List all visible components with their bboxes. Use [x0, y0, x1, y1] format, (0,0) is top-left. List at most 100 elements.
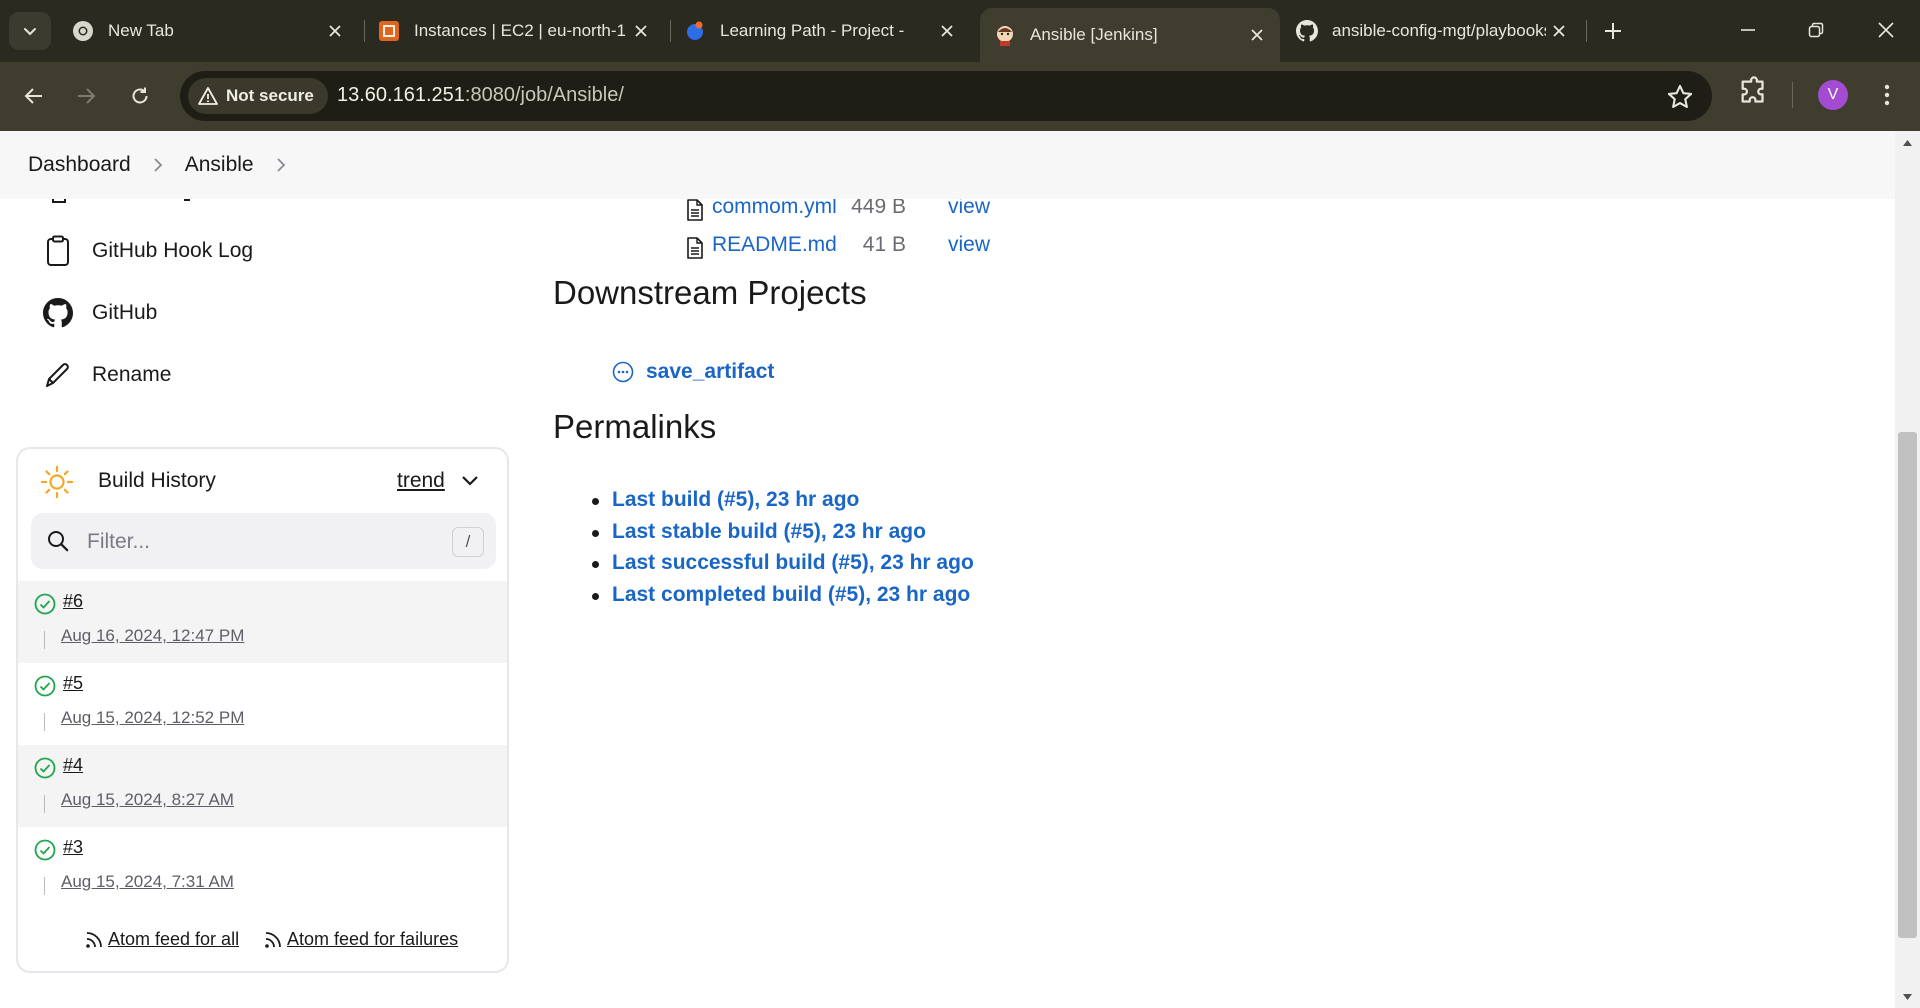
site-security-chip[interactable]: Not secure — [188, 78, 328, 114]
atom-feed-all-label: Atom feed for all — [108, 929, 240, 949]
chevron-down-icon[interactable] — [460, 471, 480, 491]
restore-icon — [1808, 22, 1824, 38]
url-path: :8080/job/Ansible/ — [464, 84, 624, 106]
tab-separator — [1586, 20, 1587, 42]
sidebar-item-github-hook-log[interactable]: GitHub Hook Log — [40, 231, 253, 271]
sidebar-item-label: GitHub — [92, 301, 158, 324]
build-row-5[interactable]: #5 Aug 15, 2024, 12:52 PM — [18, 663, 507, 745]
close-icon[interactable] — [1244, 22, 1270, 48]
artifact-file-link[interactable]: README.md — [712, 233, 837, 257]
build-history-title: Build History — [98, 469, 216, 492]
scrollbar-thumb[interactable] — [1898, 432, 1917, 938]
build-number-link[interactable]: #6 — [63, 591, 83, 612]
extensions-puzzle-icon[interactable] — [1737, 76, 1771, 110]
pending-status-icon — [612, 361, 634, 383]
new-tab-button[interactable] — [1596, 12, 1630, 50]
pencil-icon — [40, 357, 76, 393]
page-viewport: Dashboard Ansible GitHub Hook Log GitHub… — [0, 131, 1920, 1008]
profile-avatar[interactable]: V — [1818, 80, 1848, 110]
breadcrumb-ansible[interactable]: Ansible — [185, 153, 254, 177]
build-number-link[interactable]: #5 — [63, 673, 83, 694]
github-icon — [1296, 20, 1318, 42]
success-check-icon — [34, 839, 56, 861]
restore-button[interactable] — [1788, 10, 1844, 50]
chevron-right-icon — [153, 157, 163, 173]
atom-feed-all-link[interactable]: Atom feed for all — [84, 929, 239, 950]
security-label: Not secure — [226, 86, 314, 105]
rss-icon — [265, 931, 281, 948]
timeline-bar — [44, 877, 45, 895]
forward-button[interactable] — [66, 76, 106, 116]
tab-title: New Tab — [108, 21, 174, 40]
more-vertical-icon — [1884, 84, 1890, 106]
arrow-right-icon — [78, 88, 96, 104]
build-date-link[interactable]: Aug 15, 2024, 12:52 PM — [61, 708, 244, 728]
page-scrollbar[interactable] — [1895, 131, 1920, 1008]
build-filter-box: / — [31, 513, 496, 569]
tab-ansible-jenkins[interactable]: Ansible [Jenkins] — [980, 8, 1280, 62]
chrome-icon — [72, 20, 94, 42]
downstream-projects-heading: Downstream Projects — [553, 274, 867, 311]
file-icon — [687, 237, 703, 259]
browser-menu-button[interactable] — [1872, 78, 1902, 112]
minimize-button[interactable] — [1720, 10, 1776, 50]
artifact-file-size: 41 B — [862, 233, 906, 256]
chevron-right-icon[interactable] — [276, 157, 286, 173]
sidebar-item-label: Rename — [92, 363, 172, 386]
build-number-link[interactable]: #4 — [63, 755, 83, 776]
tab-ec2-instances[interactable]: Instances | EC2 | eu-north-1 — [364, 10, 664, 52]
downstream-project-link[interactable]: save_artifact — [612, 357, 774, 387]
build-row-3[interactable]: #3 Aug 15, 2024, 7:31 AM — [18, 827, 507, 909]
breadcrumb-dashboard[interactable]: Dashboard — [28, 153, 131, 177]
url-text[interactable]: 13.60.161.251:8080/job/Ansible/ — [337, 84, 624, 107]
success-check-icon — [34, 675, 56, 697]
artifact-view-link[interactable]: view — [948, 233, 990, 257]
trend-link[interactable]: trend — [397, 469, 445, 493]
scroll-down-arrow-icon[interactable] — [1902, 993, 1913, 1001]
atom-feed-failures-label: Atom feed for failures — [287, 929, 459, 949]
bookmark-star-icon[interactable] — [1666, 83, 1694, 111]
back-button[interactable] — [14, 76, 54, 116]
timeline-bar — [44, 795, 45, 813]
build-row-6[interactable]: #6 Aug 16, 2024, 12:47 PM — [18, 581, 507, 663]
sidebar-item-rename[interactable]: Rename — [40, 355, 171, 395]
build-filter-input[interactable] — [87, 527, 417, 557]
build-row-4[interactable]: #4 Aug 15, 2024, 8:27 AM — [18, 745, 507, 827]
tab-github-ansible-config[interactable]: ansible-config-mgt/playbooks — [1282, 10, 1582, 52]
close-icon[interactable] — [628, 18, 654, 44]
close-icon[interactable] — [1546, 18, 1572, 44]
atom-feed-failures-link[interactable]: Atom feed for failures — [263, 929, 458, 950]
build-date-link[interactable]: Aug 15, 2024, 8:27 AM — [61, 790, 234, 810]
permalink-last-stable-build[interactable]: Last stable build (#5), 23 hr ago — [592, 520, 974, 552]
sidebar-item-cut-off — [48, 199, 208, 205]
build-date-link[interactable]: Aug 15, 2024, 7:31 AM — [61, 872, 234, 892]
build-history-panel: Build History trend / #6 Aug 16, 2024, 1… — [16, 447, 509, 973]
reload-button[interactable] — [120, 76, 160, 116]
tab-title: Ansible [Jenkins] — [1030, 25, 1158, 44]
scroll-up-arrow-icon[interactable] — [1902, 139, 1913, 147]
permalinks-heading: Permalinks — [553, 408, 717, 445]
tab-title: Learning Path - Project - — [720, 21, 905, 40]
tab-new-tab[interactable]: New Tab — [58, 10, 358, 52]
build-number-link[interactable]: #3 — [63, 837, 83, 858]
file-icon — [687, 199, 703, 221]
address-bar[interactable]: Not secure 13.60.161.251:8080/job/Ansibl… — [180, 71, 1712, 121]
tab-title: Instances | EC2 | eu-north-1 — [414, 21, 626, 40]
tab-learning-path[interactable]: Learning Path - Project - — [670, 10, 970, 52]
darey-icon — [684, 20, 706, 42]
browser-toolbar: Not secure 13.60.161.251:8080/job/Ansibl… — [0, 62, 1920, 131]
tab-title: ansible-config-mgt/playbooks — [1332, 21, 1546, 40]
tab-search-button[interactable] — [9, 12, 51, 50]
close-icon[interactable] — [934, 18, 960, 44]
timeline-bar — [44, 631, 45, 649]
close-icon[interactable] — [322, 18, 348, 44]
build-date-link[interactable]: Aug 16, 2024, 12:47 PM — [61, 626, 244, 646]
permalink-last-completed-build[interactable]: Last completed build (#5), 23 hr ago — [592, 583, 974, 615]
permalink-last-successful-build[interactable]: Last successful build (#5), 23 hr ago — [592, 551, 974, 583]
sidebar-item-github[interactable]: GitHub — [40, 293, 157, 333]
close-window-button[interactable] — [1858, 10, 1914, 50]
url-host: 13.60.161.251 — [337, 84, 465, 106]
permalink-last-build[interactable]: Last build (#5), 23 hr ago — [592, 488, 974, 520]
success-check-icon — [34, 593, 56, 615]
close-icon — [1878, 22, 1894, 38]
